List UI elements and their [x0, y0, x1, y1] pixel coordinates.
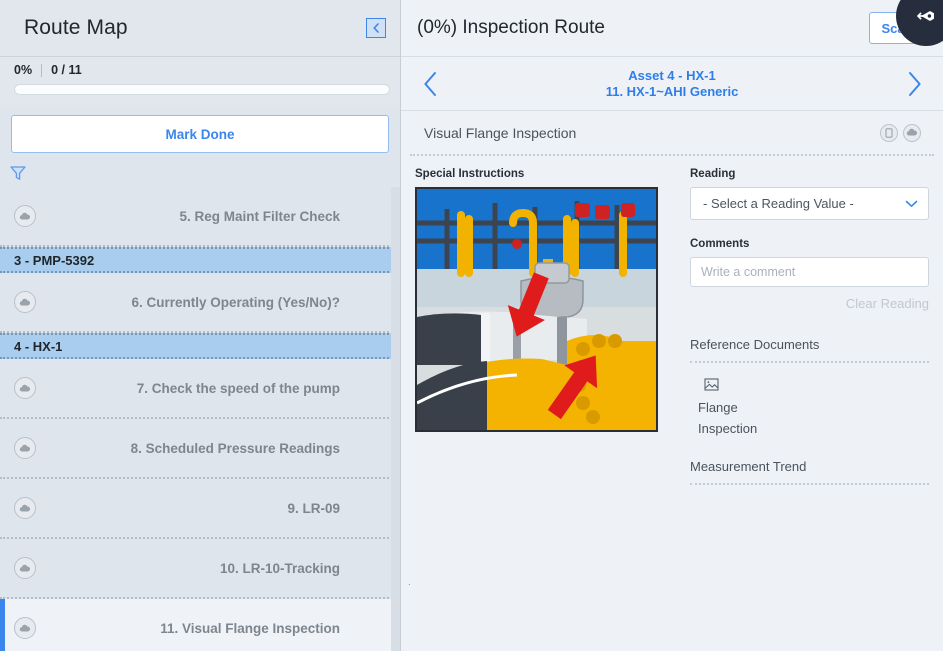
special-instructions-label: Special Instructions: [415, 168, 525, 180]
chevron-right-icon: [908, 71, 921, 96]
filter-funnel-icon[interactable]: [9, 164, 27, 182]
progress-percent: 0%: [14, 63, 33, 77]
task-row-label: 9. LR-09: [287, 500, 340, 516]
task-row-label: 8. Scheduled Pressure Readings: [130, 440, 340, 456]
reading-value-select[interactable]: - Select a Reading Value -: [690, 187, 929, 220]
reading-selected-value: - Select a Reading Value -: [703, 196, 854, 211]
cloud-icon[interactable]: [14, 557, 36, 579]
reading-label: Reading: [690, 168, 736, 180]
clear-reading-button[interactable]: Clear Reading: [690, 296, 929, 311]
cloud-icon[interactable]: [903, 123, 921, 142]
task-row[interactable]: 5. Reg Maint Filter Check: [0, 187, 400, 247]
cloud-icon[interactable]: [14, 205, 36, 227]
chevron-down-icon: [905, 200, 918, 207]
checklist-item-header: Visual Flange Inspection: [410, 111, 934, 156]
task-row[interactable]: 8. Scheduled Pressure Readings: [0, 419, 400, 479]
comments-input[interactable]: [690, 257, 929, 287]
broken-image-icon: [704, 378, 719, 391]
previous-asset-button[interactable]: [413, 67, 447, 101]
page-title: Route Map: [24, 16, 128, 39]
asset-nav-line1: Asset 4 - HX-1: [628, 67, 716, 83]
collapse-panel-button[interactable]: [366, 18, 386, 38]
asset-navigator: Asset 4 - HX-1 11. HX-1~AHI Generic: [401, 56, 943, 111]
mark-done-button[interactable]: Mark Done: [11, 115, 389, 153]
detail-body: Special Instructions Reading - Select a …: [401, 156, 943, 651]
route-progress: 0% 0 / 11: [0, 56, 400, 105]
asset-nav-line2: 11. HX-1~AHI Generic: [605, 83, 739, 99]
stray-mark: .: [408, 577, 411, 588]
app-root: Route Map 0% 0 / 11 Mark Done 5. Reg Mai…: [0, 0, 943, 651]
progress-labels: 0% 0 / 11: [14, 63, 390, 77]
logout-icon: [917, 11, 934, 21]
progress-bar: [14, 84, 390, 95]
left-panel-header: Route Map: [0, 0, 400, 56]
reference-document-line1: Flange: [698, 400, 738, 415]
measurement-trend-heading: Measurement Trend: [690, 459, 929, 485]
next-asset-button[interactable]: [897, 67, 931, 101]
comments-label: Comments: [690, 238, 750, 250]
special-instructions-column: Special Instructions: [415, 168, 668, 651]
task-row[interactable]: 7. Check the speed of the pump: [0, 359, 400, 419]
task-row-label: 5. Reg Maint Filter Check: [179, 208, 340, 224]
asset-group-label: 4 - HX-1: [14, 338, 63, 354]
special-instructions-image[interactable]: [415, 187, 658, 432]
task-row[interactable]: 6. Currently Operating (Yes/No)?: [0, 273, 400, 333]
mark-done-container: Mark Done: [0, 105, 400, 161]
progress-count: 0 / 11: [51, 63, 82, 77]
filter-bar: [0, 161, 400, 187]
task-row-label: 6. Currently Operating (Yes/No)?: [131, 294, 340, 310]
reference-documents-heading: Reference Documents: [690, 337, 929, 363]
reading-column: Reading - Select a Reading Value - Comme…: [668, 168, 929, 651]
reference-document-line2: Inspection: [698, 421, 758, 436]
industrial-pipeline-flange-photo: [417, 189, 656, 430]
asset-nav-labels: Asset 4 - HX-1 11. HX-1~AHI Generic: [606, 68, 739, 100]
cloud-icon[interactable]: [14, 291, 36, 313]
cloud-icon[interactable]: [14, 437, 36, 459]
cloud-icon[interactable]: [14, 377, 36, 399]
task-row[interactable]: 10. LR-10-Tracking: [0, 539, 400, 599]
task-row-label: 10. LR-10-Tracking: [219, 560, 340, 576]
chevron-left-icon: [423, 71, 436, 96]
task-row[interactable]: 11. Visual Flange Inspection: [0, 599, 400, 651]
route-title: (0%) Inspection Route: [417, 17, 605, 38]
task-row-label: 11. Visual Flange Inspection: [160, 620, 340, 636]
chevron-left-icon: [373, 23, 379, 33]
cloud-icon[interactable]: [14, 617, 36, 639]
task-row-label: 7. Check the speed of the pump: [136, 380, 340, 396]
route-map-panel: Route Map 0% 0 / 11 Mark Done 5. Reg Mai…: [0, 0, 401, 651]
reference-document-item[interactable]: Flange Inspection: [690, 377, 929, 439]
checklist-item-icons: [880, 123, 921, 142]
checklist-item-title: Visual Flange Inspection: [424, 124, 577, 141]
task-row[interactable]: 9. LR-09: [0, 479, 400, 539]
list-scrollbar[interactable]: [391, 187, 400, 651]
device-icon[interactable]: [880, 123, 898, 142]
route-task-list[interactable]: 5. Reg Maint Filter Check 3 - PMP-5392 6. …: [0, 187, 400, 651]
asset-group-row[interactable]: 3 - PMP-5392: [0, 247, 400, 273]
inspection-detail-panel: (0%) Inspection Route Scan Asset 4 - HX-…: [401, 0, 943, 651]
cloud-icon[interactable]: [14, 497, 36, 519]
asset-group-row[interactable]: 4 - HX-1: [0, 333, 400, 359]
detail-header: (0%) Inspection Route Scan: [401, 0, 943, 56]
progress-divider: [41, 63, 43, 77]
asset-group-label: 3 - PMP-5392: [14, 252, 95, 268]
